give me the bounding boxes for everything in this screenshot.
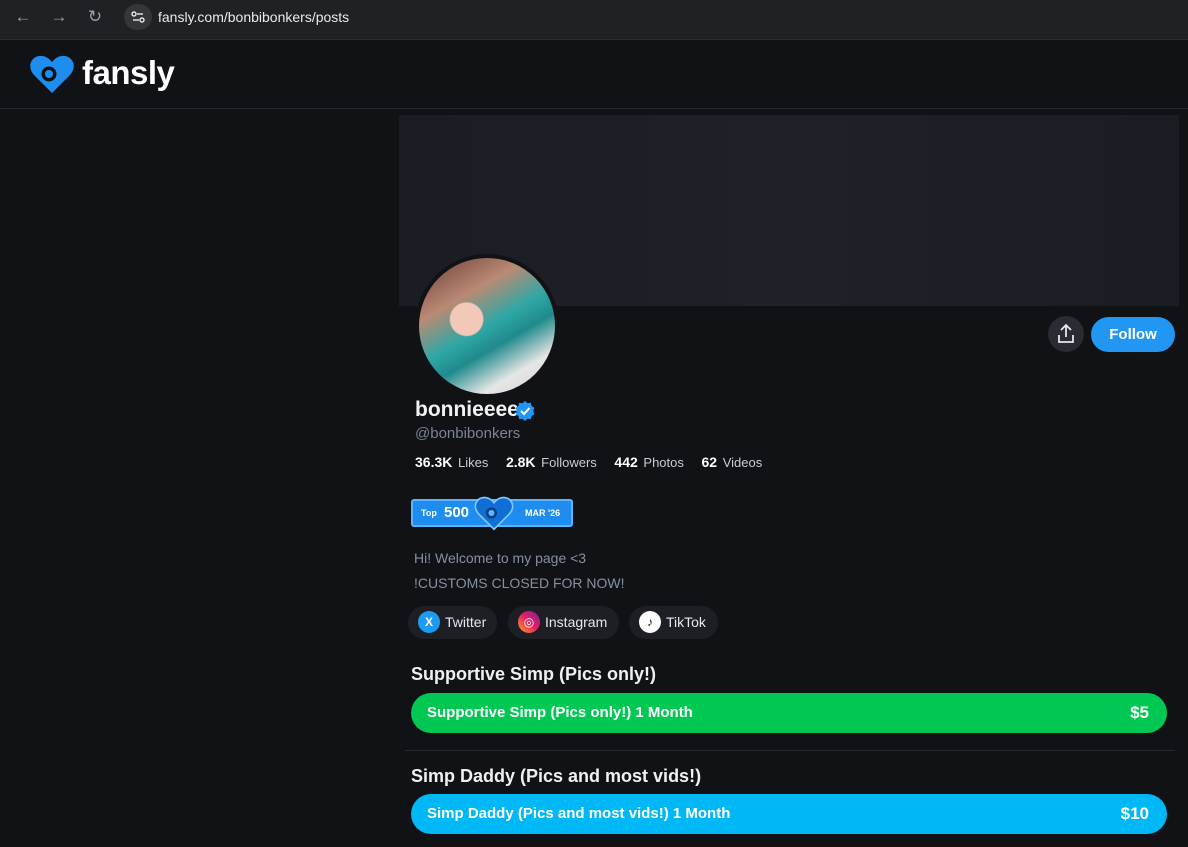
tier-button-label: Supportive Simp (Pics only!) 1 Month	[427, 704, 693, 721]
tier-price: $5	[1130, 703, 1149, 722]
badge-top-label: Top	[421, 508, 437, 518]
verified-badge-icon	[514, 400, 536, 422]
stat-followers: 2.8K Followers	[505, 454, 597, 470]
social-link-tiktok[interactable]: ♪ TikTok	[629, 606, 718, 639]
stat-videos[interactable]: 62 Videos	[702, 454, 763, 470]
x-icon: X	[418, 611, 440, 633]
forward-icon[interactable]: →	[45, 6, 73, 28]
tier-button-label: Simp Daddy (Pics and most vids!) 1 Month	[427, 805, 731, 822]
bio-line: Hi! Welcome to my page <3	[414, 550, 587, 566]
badge-month: MAR '26	[525, 508, 561, 518]
stat-photos[interactable]: 442 Photos	[614, 454, 683, 470]
subscribe-tier-button[interactable]: Simp Daddy (Pics and most vids!) 1 Month…	[411, 794, 1167, 834]
address-bar[interactable]: fansly.com/bonbibonkers/posts	[158, 9, 349, 25]
reload-icon[interactable]: ↻	[81, 6, 109, 28]
badge-rank: 500	[444, 504, 470, 521]
profile-handle: @bonbibonkers	[415, 425, 521, 442]
profile-stats: 36.3K Likes 2.8K Followers 442 Photos 62…	[415, 454, 776, 470]
instagram-icon: ◎	[518, 611, 540, 633]
social-link-instagram[interactable]: ◎ Instagram	[508, 606, 619, 639]
site-header: fansly	[0, 40, 1188, 109]
top-creator-badge: Top 500 MAR '26	[411, 496, 573, 531]
subscribe-tier-button[interactable]: Supportive Simp (Pics only!) 1 Month $5	[411, 693, 1167, 733]
divider	[405, 750, 1175, 751]
tier-price: $10	[1120, 804, 1149, 823]
back-icon[interactable]: ←	[9, 6, 37, 28]
stat-likes: 36.3K Likes	[415, 454, 489, 470]
follow-button[interactable]: Follow	[1091, 317, 1175, 352]
heart-logo-icon	[473, 495, 515, 531]
tiktok-icon: ♪	[639, 611, 661, 633]
avatar[interactable]	[419, 258, 555, 394]
bio-line: !CUSTOMS CLOSED FOR NOW!	[414, 575, 625, 591]
browser-toolbar: ← → ↻ fansly.com/bonbibonkers/posts	[0, 0, 1188, 40]
fansly-logo-icon[interactable]	[28, 53, 76, 95]
display-name: bonnieeee	[415, 398, 519, 421]
profile-bio: Hi! Welcome to my page <3 !CUSTOMS CLOSE…	[414, 546, 625, 596]
tier-title: Simp Daddy (Pics and most vids!)	[411, 766, 702, 786]
share-button[interactable]	[1048, 316, 1084, 352]
site-settings-icon[interactable]	[124, 4, 152, 30]
social-link-twitter[interactable]: X Twitter	[408, 606, 497, 639]
tier-title: Supportive Simp (Pics only!)	[411, 664, 657, 684]
upload-icon	[1058, 323, 1074, 343]
site-logo-text[interactable]: fansly	[82, 54, 175, 92]
